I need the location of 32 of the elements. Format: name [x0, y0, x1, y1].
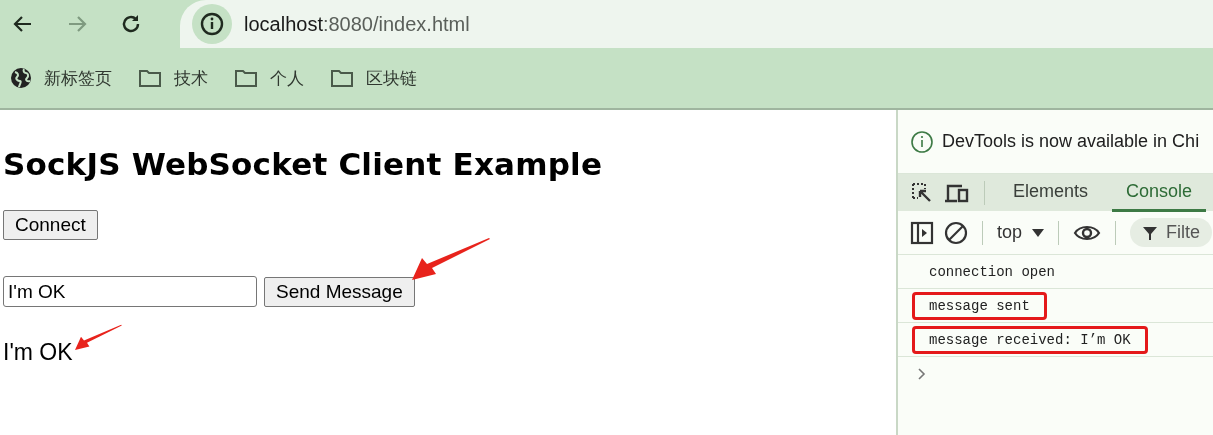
- url-path: :8080/index.html: [322, 12, 470, 35]
- console-message: message received: I’m OK: [912, 325, 1148, 354]
- context-dropdown[interactable]: top: [997, 222, 1045, 243]
- bookmark-item[interactable]: 新标签页: [10, 66, 112, 90]
- url-host: localhost: [244, 12, 323, 35]
- globe-icon: [10, 67, 32, 89]
- filter-field[interactable]: Filte: [1130, 218, 1213, 247]
- bookmark-item[interactable]: 区块链: [330, 66, 417, 90]
- connect-button[interactable]: Connect: [3, 210, 98, 240]
- send-message-button[interactable]: Send Message: [264, 276, 415, 307]
- notice-text: DevTools is now available in Chi: [942, 131, 1200, 152]
- folder-icon: [138, 68, 162, 88]
- reload-icon[interactable]: [120, 13, 142, 35]
- console-message: connection open: [928, 262, 1057, 282]
- filter-icon: [1142, 224, 1159, 241]
- info-icon: [910, 129, 934, 154]
- sidebar-icon[interactable]: [910, 220, 934, 245]
- caret-icon: [1032, 227, 1045, 238]
- folder-icon: [330, 68, 354, 88]
- address-bar[interactable]: localhost:8080/index.html: [180, 0, 1213, 48]
- clear-icon[interactable]: [944, 220, 968, 245]
- bookmark-item[interactable]: 个人: [234, 66, 304, 90]
- received-message: I'm OK: [3, 338, 73, 366]
- devtools-tab[interactable]: Elements: [999, 173, 1103, 212]
- folder-icon: [234, 68, 258, 88]
- devtools-tab[interactable]: Console: [1112, 173, 1207, 212]
- prompt-chevron-icon: [918, 367, 926, 380]
- bookmark-item[interactable]: 技术: [138, 66, 208, 90]
- page-heading: SockJS WebSocket Client Example: [3, 146, 603, 182]
- console-message: message sent: [912, 291, 1047, 320]
- message-input[interactable]: I'm OK: [3, 276, 257, 307]
- info-icon[interactable]: [192, 4, 232, 44]
